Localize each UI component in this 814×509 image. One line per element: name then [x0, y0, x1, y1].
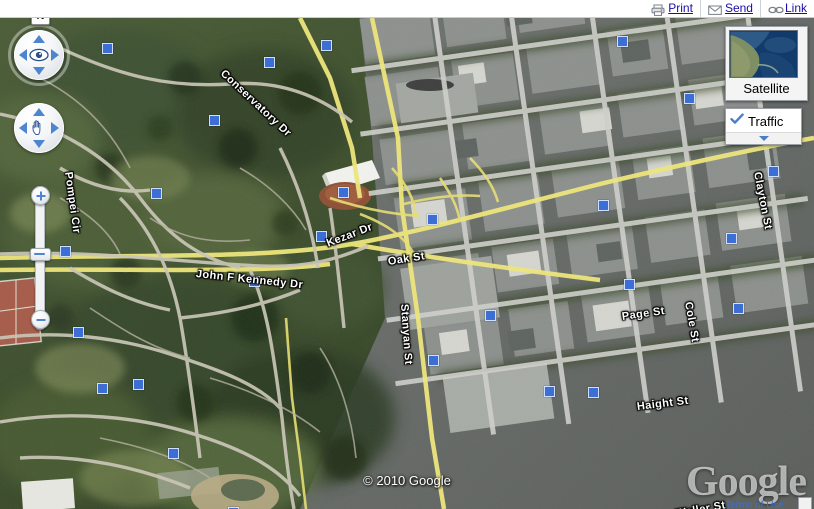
check-icon	[730, 112, 744, 130]
poi-marker[interactable]	[544, 386, 555, 397]
pan-control-pad[interactable]	[14, 103, 64, 153]
globe-thumbnail-icon	[729, 30, 798, 78]
poi-marker[interactable]	[316, 231, 327, 242]
send-button[interactable]: Send	[699, 0, 760, 17]
printer-icon	[651, 3, 665, 16]
pan-left-arrow[interactable]	[19, 122, 27, 134]
poi-marker[interactable]	[427, 214, 438, 225]
poi-marker[interactable]	[485, 310, 496, 321]
poi-marker[interactable]	[598, 200, 609, 211]
street-view-eye-button[interactable]	[29, 45, 49, 65]
poi-marker[interactable]	[321, 40, 332, 51]
eye-icon	[29, 48, 49, 62]
pan-right-arrow[interactable]	[51, 122, 59, 134]
poi-marker[interactable]	[588, 387, 599, 398]
print-button[interactable]: Print	[644, 0, 700, 17]
poi-marker[interactable]	[249, 276, 260, 287]
traffic-checkbox-row[interactable]: Traffic	[726, 109, 801, 132]
poi-marker[interactable]	[684, 93, 695, 104]
poi-marker[interactable]	[726, 233, 737, 244]
top-toolbar: Print Send Link	[0, 0, 814, 18]
poi-marker[interactable]	[73, 327, 84, 338]
envelope-icon	[708, 3, 722, 15]
poi-marker[interactable]	[151, 188, 162, 199]
poi-marker[interactable]	[768, 166, 779, 177]
poi-marker[interactable]	[733, 303, 744, 314]
send-label: Send	[724, 1, 753, 15]
pan-down-arrow[interactable]	[33, 140, 45, 148]
poi-marker[interactable]	[624, 279, 635, 290]
link-button[interactable]: Link	[759, 0, 814, 17]
traffic-expand-button[interactable]	[726, 132, 801, 144]
rotate-right-arrow[interactable]	[51, 49, 59, 61]
map-navigation-controls: N	[8, 8, 74, 330]
satellite-label: Satellite	[729, 78, 804, 97]
rotate-left-arrow[interactable]	[19, 49, 27, 61]
poi-marker[interactable]	[102, 43, 113, 54]
poi-marker[interactable]	[264, 57, 275, 68]
poi-marker[interactable]	[168, 448, 179, 459]
hand-icon	[32, 120, 41, 135]
print-label: Print	[668, 1, 693, 15]
link-label: Link	[784, 1, 807, 15]
zoom-in-button[interactable]	[31, 186, 50, 205]
map-corner-resize-handle[interactable]	[798, 497, 812, 509]
map-type-controls: Satellite Traffic	[725, 26, 808, 145]
pan-hand-button[interactable]	[29, 118, 49, 138]
poi-marker[interactable]	[97, 383, 108, 394]
satellite-button[interactable]: Satellite	[725, 26, 808, 101]
tilt-down-arrow[interactable]	[33, 67, 45, 75]
pan-up-arrow[interactable]	[33, 108, 45, 116]
poi-marker[interactable]	[209, 115, 220, 126]
zoom-out-button[interactable]	[31, 310, 50, 329]
map-canvas[interactable]: Conservatory Dr Pompei Cir Kezar Dr John F …	[0, 18, 814, 509]
chevron-down-icon	[758, 136, 769, 141]
chain-link-icon	[768, 3, 784, 15]
terms-of-use-link[interactable]: Terms of Use	[725, 500, 784, 509]
traffic-label: Traffic	[748, 113, 784, 129]
tilt-control-pad[interactable]	[14, 30, 64, 80]
satellite-imagery	[0, 18, 814, 509]
poi-marker[interactable]	[428, 355, 439, 366]
poi-marker[interactable]	[338, 187, 349, 198]
poi-marker[interactable]	[617, 36, 628, 47]
traffic-control[interactable]: Traffic	[725, 108, 802, 145]
zoom-slider-handle[interactable]	[30, 248, 51, 261]
poi-marker[interactable]	[133, 379, 144, 390]
maps-application: Print Send Link Conservatory Dr Pompei C…	[0, 0, 814, 509]
tilt-up-arrow[interactable]	[33, 35, 45, 43]
